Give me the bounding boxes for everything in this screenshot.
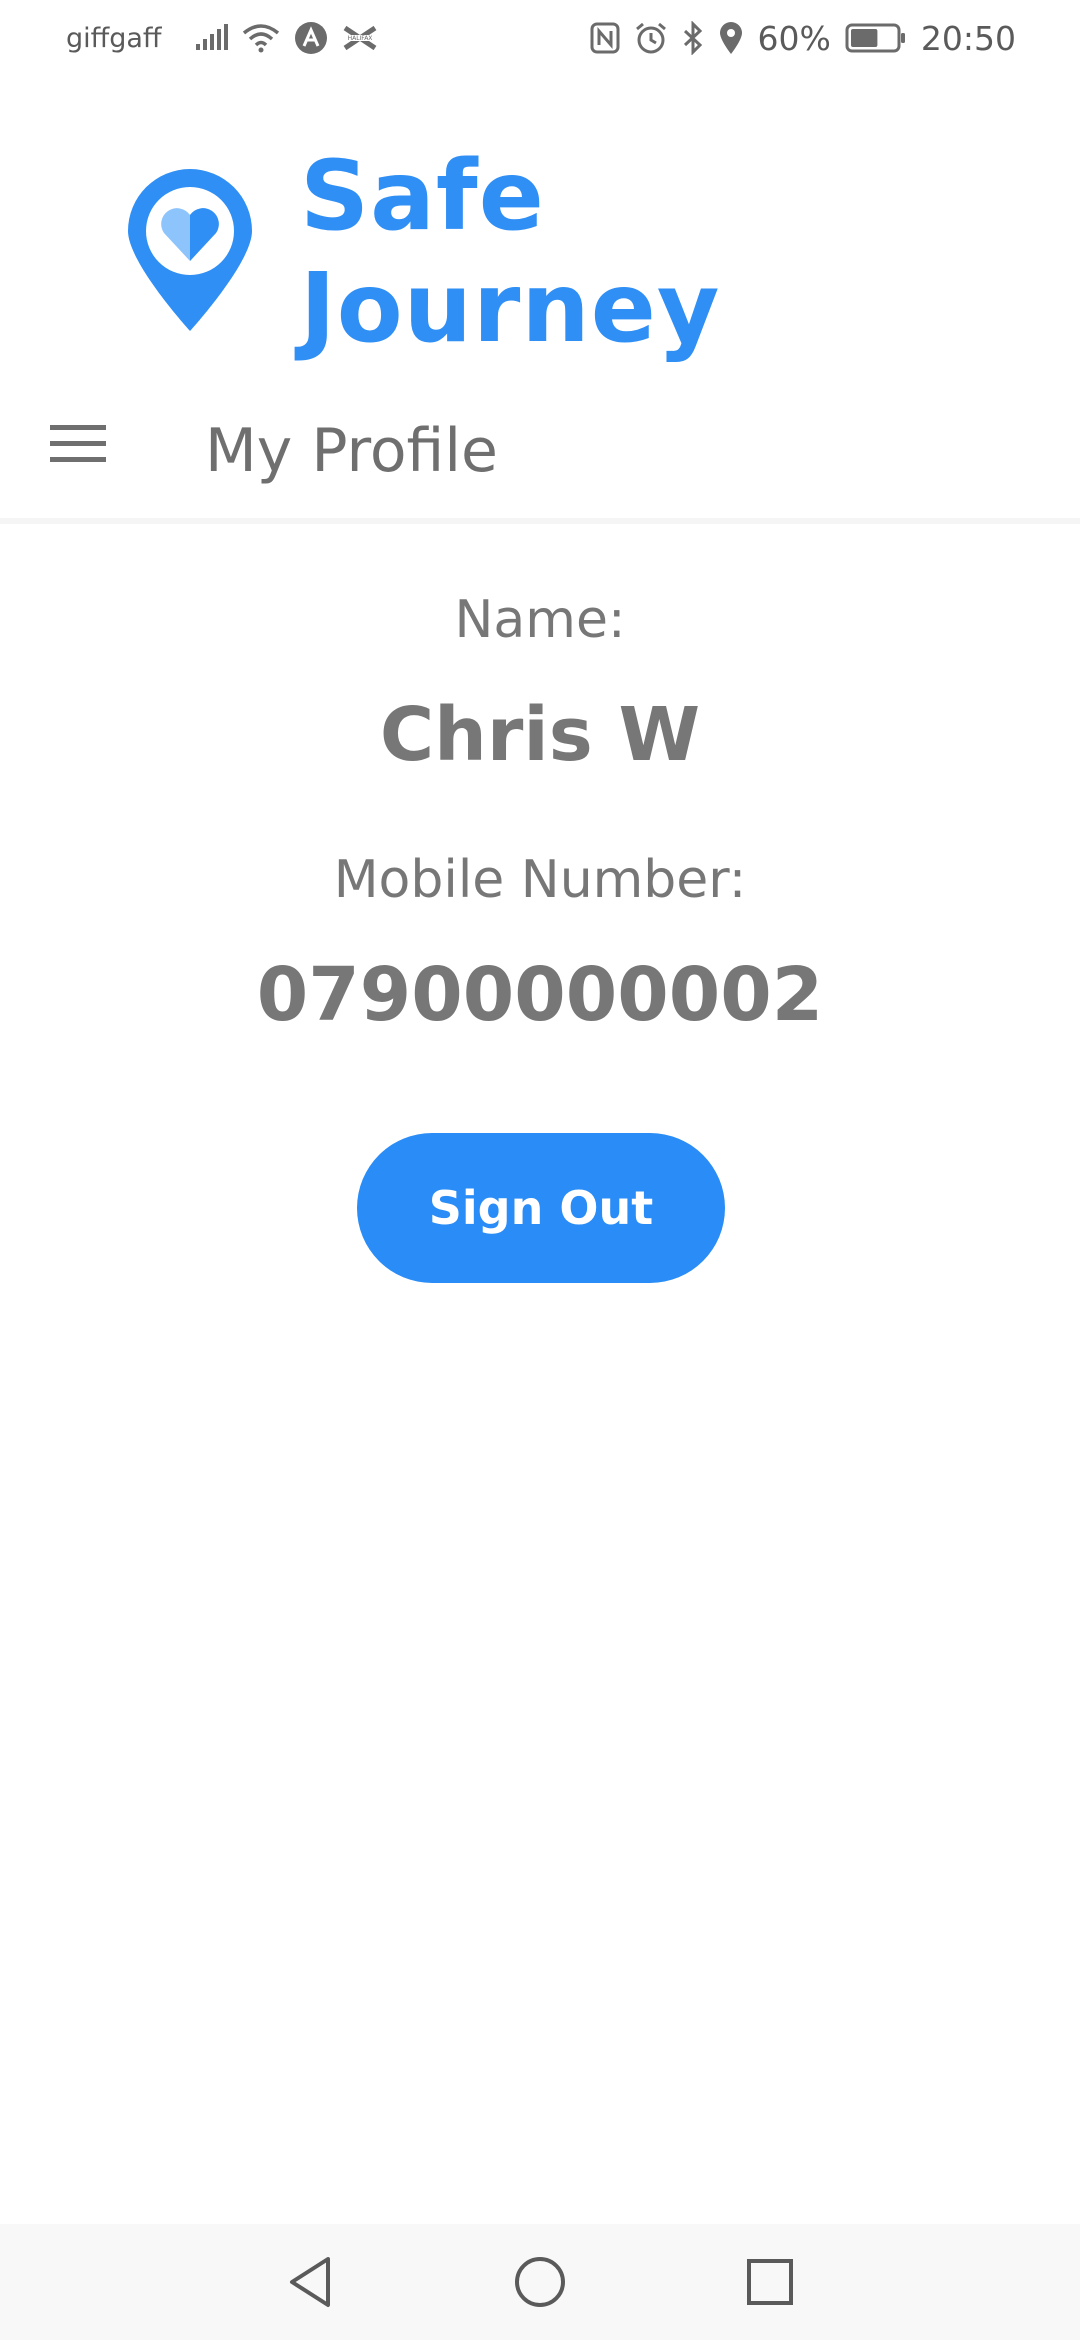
nfc-icon [590, 22, 620, 54]
alarm-icon [634, 21, 668, 55]
status-right: 60% 20:50 [590, 19, 1016, 58]
halifax-icon: HALIFAX [342, 25, 378, 51]
hamburger-menu-icon [50, 423, 106, 470]
recent-apps-button[interactable] [740, 2254, 800, 2314]
menu-button[interactable] [48, 416, 108, 476]
profile-screen: giffgaff HALIFAX 60% 20:50 Safe Journey … [0, 0, 1080, 2340]
back-triangle-icon [286, 2255, 334, 2314]
svg-text:HALIFAX: HALIFAX [347, 35, 372, 42]
status-bar: giffgaff HALIFAX 60% 20:50 [0, 0, 1080, 76]
status-left: giffgaff HALIFAX [66, 21, 378, 55]
app-bar: My Profile [0, 380, 1080, 524]
signal-icon [194, 24, 228, 52]
system-nav-bar [0, 2224, 1080, 2340]
home-circle-icon [513, 2255, 567, 2314]
sign-out-button[interactable]: Sign Out [357, 1133, 725, 1283]
app-notification-icon [294, 21, 328, 55]
home-button[interactable] [510, 2254, 570, 2314]
app-logo: Safe Journey [124, 140, 964, 364]
mobile-number-label: Mobile Number: [333, 850, 747, 910]
back-button[interactable] [280, 2254, 340, 2314]
location-icon [718, 21, 744, 55]
mobile-number-value: 07900000002 [256, 952, 824, 1038]
carrier-name: giffgaff [66, 22, 162, 54]
wifi-icon [242, 23, 280, 53]
name-label: Name: [454, 590, 626, 650]
battery-icon [845, 22, 907, 54]
bluetooth-icon [682, 21, 704, 55]
battery-percent: 60% [757, 18, 831, 58]
page-title: My Profile [205, 416, 498, 486]
app-name: Safe Journey [300, 140, 721, 364]
heart-location-pin-icon [124, 167, 256, 338]
clock: 20:50 [920, 18, 1016, 58]
recent-apps-square-icon [746, 2258, 794, 2311]
name-value: Chris W [379, 692, 701, 778]
